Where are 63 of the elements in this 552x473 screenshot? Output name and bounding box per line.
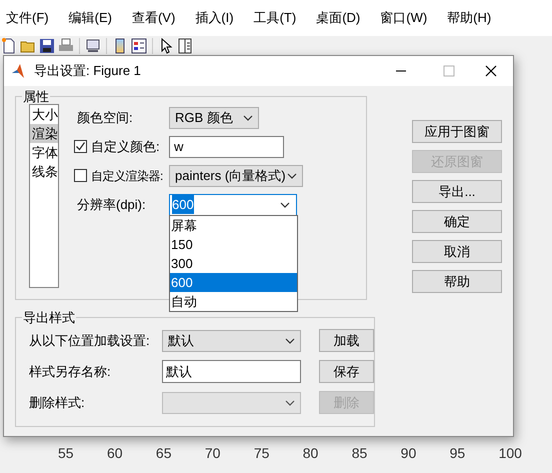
field-label: 分辨率(dpi): [76, 196, 147, 214]
checkbox[interactable] [74, 140, 87, 153]
chevron-down-icon [243, 114, 253, 120]
menu-item[interactable]: 查看(V) [132, 8, 176, 28]
axis-tick-label: 70 [204, 444, 220, 463]
axis-tick-label: 100 [498, 444, 522, 463]
dialog-button[interactable]: 帮助 [412, 270, 502, 293]
group-label: 导出样式 [22, 310, 76, 325]
printer-icon[interactable] [58, 38, 74, 54]
axis-tick-label: 75 [254, 444, 270, 463]
dropdown-option[interactable]: 自动 [170, 292, 297, 310]
axis-tick-label: 90 [400, 444, 416, 463]
menu-item[interactable]: 帮助(H) [447, 8, 492, 28]
chevron-down-icon [285, 400, 295, 406]
checkbox-label: 自定义渲染器: [91, 168, 163, 184]
chevron-down-icon [287, 172, 297, 178]
menu-item[interactable]: 插入(I) [195, 8, 234, 28]
category-item[interactable]: 大小 [30, 105, 58, 124]
dialog-button[interactable]: 取消 [412, 240, 502, 263]
axis-tick-label: 95 [450, 444, 466, 463]
dropdown[interactable]: painters (向量格式) [169, 164, 303, 186]
axis-tick-label: 85 [352, 444, 368, 463]
menu-item[interactable]: 编辑(E) [68, 8, 112, 28]
new-file-icon[interactable] [1, 38, 17, 54]
chevron-down-icon [285, 338, 295, 344]
checkbox[interactable] [74, 169, 87, 182]
chevron-down-icon [280, 202, 290, 208]
dialog-button[interactable]: 应用于图窗 [412, 120, 502, 143]
save-icon[interactable] [39, 38, 55, 54]
field-label: 样式另存名称: [29, 362, 112, 381]
dialog-button[interactable]: 保存 [319, 360, 374, 383]
menu-item[interactable]: 桌面(D) [316, 8, 360, 28]
panel-icon[interactable] [177, 38, 193, 54]
dropdown-option[interactable]: 600 [170, 272, 297, 292]
dropdown[interactable]: 默认 [162, 330, 301, 352]
category-item[interactable]: 线条 [30, 162, 58, 181]
axis-tick-label: 65 [156, 444, 172, 463]
menu-item[interactable]: 窗口(W) [380, 8, 428, 28]
legend-icon[interactable] [131, 38, 147, 54]
group-label: 属性 [22, 89, 50, 104]
field-label: 删除样式: [29, 394, 86, 412]
color-field[interactable]: w [169, 136, 284, 158]
field-label: 颜色空间: [76, 108, 134, 127]
dialog-button[interactable]: 确定 [412, 210, 502, 233]
field-label: 从以下位置加载设置: [29, 332, 151, 350]
category-item[interactable]: 字体 [30, 143, 58, 162]
style-name-field[interactable]: 默认 [162, 360, 301, 383]
dialog-button[interactable]: 加载 [319, 329, 374, 352]
dialog-button[interactable]: 导出... [412, 180, 502, 203]
axis-tick-label: 60 [106, 444, 123, 463]
dropdown-option[interactable]: 屏幕 [170, 216, 297, 234]
checkbox-label: 自定义颜色: [91, 138, 160, 156]
axis-tick-label: 55 [58, 444, 74, 463]
menu-item[interactable]: 工具(T) [254, 8, 296, 28]
dropdown-option[interactable]: 300 [170, 254, 297, 272]
dropdown-option[interactable]: 150 [170, 234, 297, 254]
axis-tick-label: 80 [302, 444, 318, 463]
category-item[interactable]: 渲染 [30, 124, 58, 143]
resolution-dropdown[interactable]: 600 [169, 194, 297, 216]
dropdown[interactable]: RGB 颜色 [169, 106, 259, 128]
window-title: 导出设置: Figure 1 [34, 62, 141, 80]
close-icon[interactable] [485, 65, 497, 77]
menu-item[interactable]: 文件(F) [6, 8, 49, 28]
